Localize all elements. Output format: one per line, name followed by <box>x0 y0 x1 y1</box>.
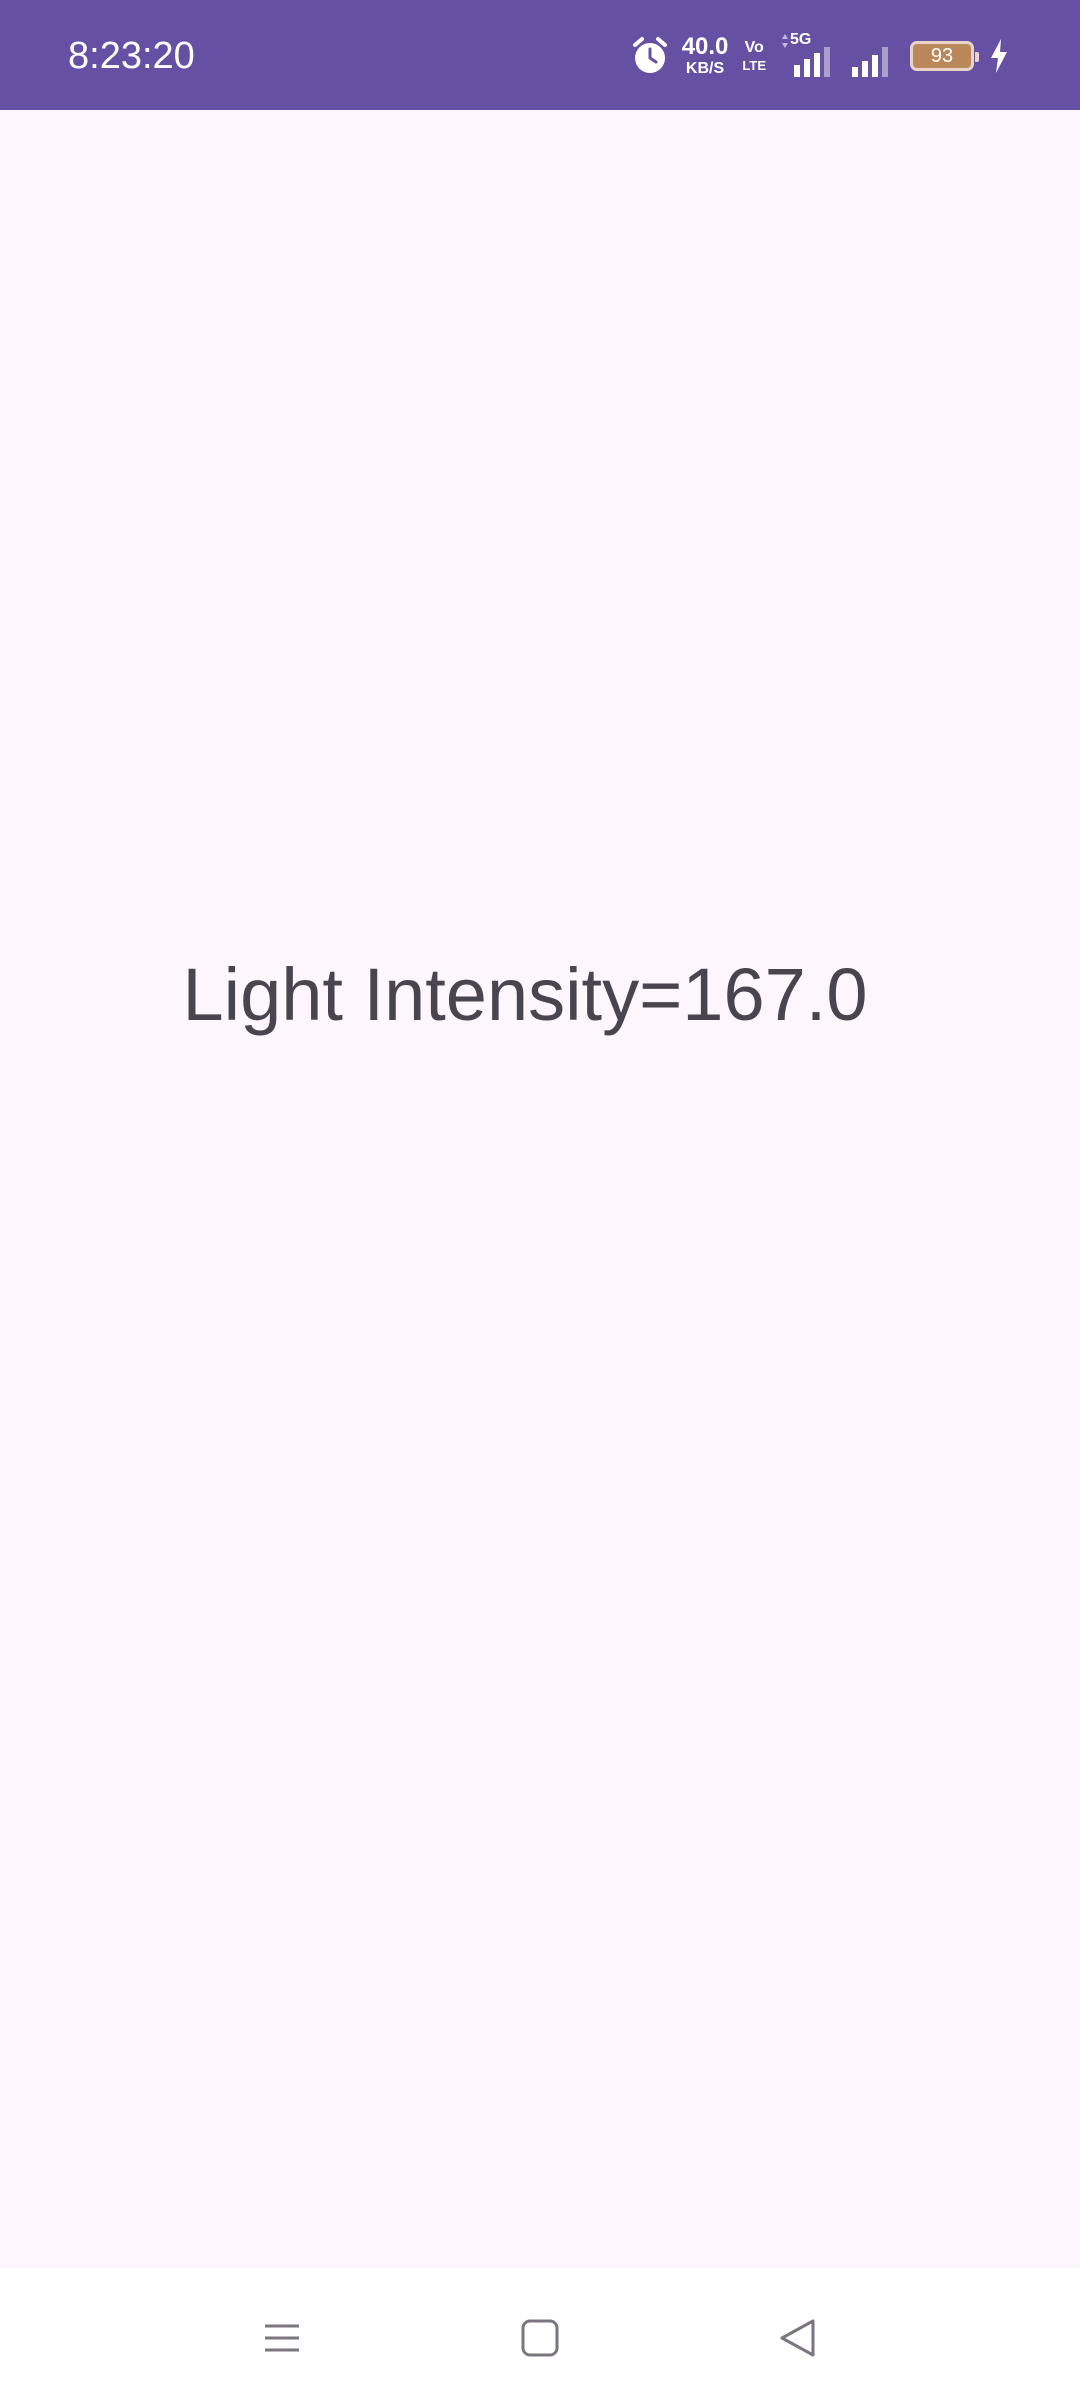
network-speed-unit: KB/S <box>685 60 725 77</box>
back-button[interactable] <box>758 2298 838 2378</box>
light-intensity-readout: Light Intensity=167.0 <box>182 953 868 1036</box>
home-icon <box>521 2319 559 2357</box>
navigation-bar <box>0 2268 1080 2400</box>
volte-top-label: Vo <box>744 39 764 56</box>
charging-icon <box>991 39 1007 73</box>
battery-level: 93 <box>930 44 954 67</box>
status-bar: 8:23:20 40.0 KB/S Vo LTE 5G 93 <box>0 0 1080 110</box>
battery-icon: 93 <box>910 41 979 71</box>
signal-5g: 5G <box>780 31 836 81</box>
signal-icon <box>852 47 888 77</box>
status-time: 8:23:20 <box>68 35 195 77</box>
network-speed-value: 40.0 <box>681 33 729 60</box>
volte-indicator: Vo LTE <box>742 39 766 73</box>
signal-icon <box>782 34 830 77</box>
status-icons: 40.0 KB/S Vo LTE 5G 93 <box>632 28 1010 84</box>
volte-bottom-label: LTE <box>742 58 766 73</box>
network-speed: 40.0 KB/S <box>682 35 729 77</box>
home-button[interactable] <box>500 2298 580 2378</box>
alarm-icon <box>632 37 667 73</box>
menu-icon <box>265 2324 299 2352</box>
recent-apps-button[interactable] <box>242 2298 322 2378</box>
back-icon <box>780 2319 815 2357</box>
